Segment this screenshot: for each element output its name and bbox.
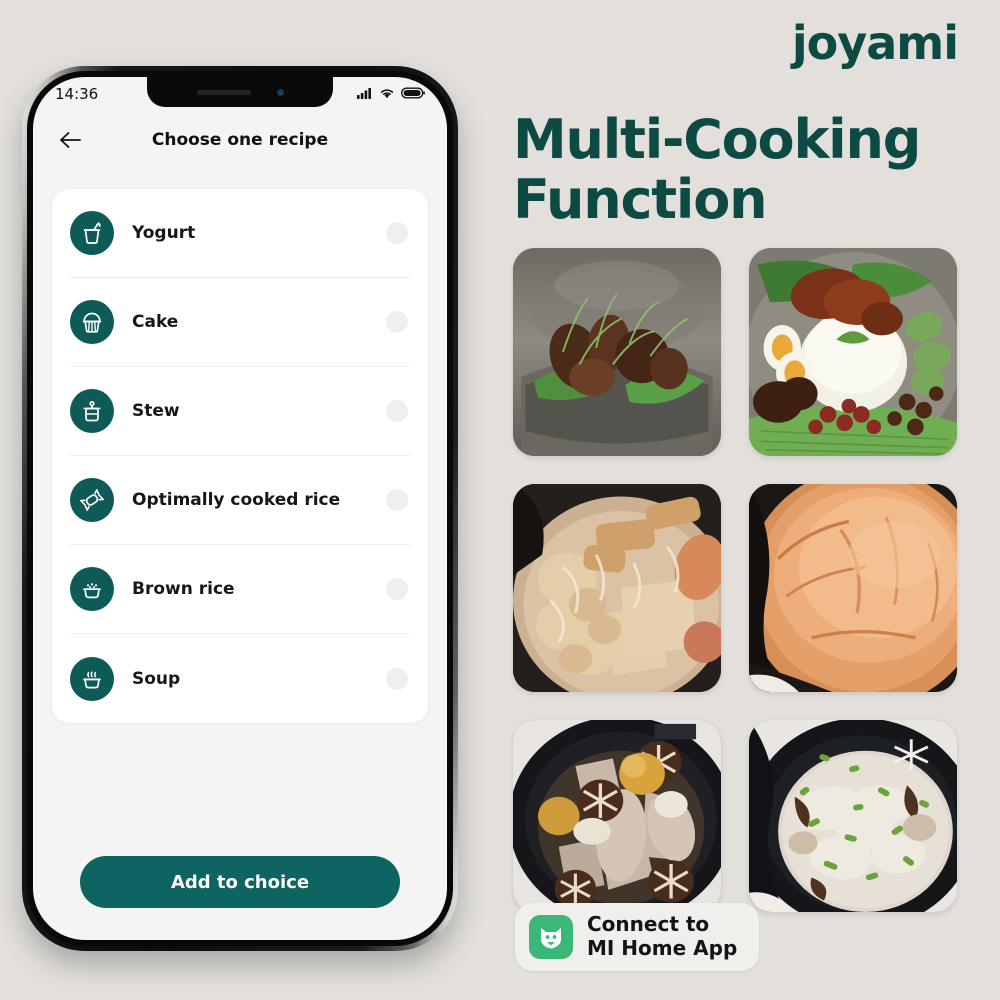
headline-title: Multi-Cooking Function	[513, 108, 921, 232]
recipe-radio[interactable]	[386, 578, 408, 600]
recipe-radio[interactable]	[386, 311, 408, 333]
mi-home-cat-icon	[529, 915, 573, 959]
marketing-poster: joyami Multi-Cooking Function Connect to…	[0, 0, 1000, 1000]
status-bar-icons	[357, 86, 425, 102]
soup-bowl-icon	[70, 656, 114, 701]
cupcake-icon	[70, 300, 114, 344]
food-photo-oden-hotpot	[513, 484, 721, 692]
arrow-left-icon[interactable]	[53, 123, 87, 157]
brand-logo: joyami	[791, 16, 959, 70]
signal-icon	[357, 86, 373, 102]
food-photo-baked-sponge-cake	[749, 484, 957, 692]
rice-bowl-icon	[70, 567, 114, 611]
stew-pot-icon	[70, 389, 114, 433]
front-camera-icon	[276, 88, 284, 96]
recipe-label: Brown rice	[132, 579, 235, 599]
connect-mi-home-badge[interactable]: Connect to MI Home App	[515, 903, 760, 971]
recipe-label: Yogurt	[132, 223, 196, 243]
rice-grain-icon	[70, 478, 114, 522]
recipe-row-stew[interactable]: Stew	[70, 367, 410, 456]
recipe-radio[interactable]	[386, 400, 408, 422]
recipe-row-optimally-cooked-rice[interactable]: Optimally cooked rice	[70, 456, 410, 545]
app-bar: Choose one recipe	[33, 111, 447, 169]
recipe-row-brown-rice[interactable]: Brown rice	[70, 545, 410, 634]
yogurt-cup-icon	[70, 211, 114, 255]
food-photo-fried-chicken-on-banana-leaf	[513, 248, 721, 456]
phone-screen: 14:36 Choose one recipe Yogurt Cake Stew…	[33, 77, 447, 940]
phone-mockup: 14:36 Choose one recipe Yogurt Cake Stew…	[22, 66, 458, 951]
recipe-list: Yogurt Cake Stew Optimally cooked rice B…	[52, 189, 428, 723]
food-photo-nasi-lemak-plate	[749, 248, 957, 456]
recipe-label: Optimally cooked rice	[132, 490, 341, 510]
recipe-row-yogurt[interactable]: Yogurt	[70, 189, 410, 278]
phone-bezel: 14:36 Choose one recipe Yogurt Cake Stew…	[27, 71, 453, 946]
recipe-radio[interactable]	[386, 667, 408, 690]
connect-mi-home-label: Connect to MI Home App	[587, 912, 738, 960]
add-to-choice-button[interactable]: Add to choice	[80, 856, 400, 908]
recipe-label: Soup	[132, 668, 181, 689]
page-title: Choose one recipe	[151, 130, 329, 150]
food-photo-pork-rib-mushroom-stew	[513, 720, 721, 912]
phone-notch	[147, 77, 333, 107]
recipe-radio[interactable]	[386, 222, 408, 244]
recipe-row-soup[interactable]: Soup	[70, 634, 410, 723]
recipe-radio[interactable]	[386, 489, 408, 511]
wifi-icon	[379, 86, 395, 102]
food-photo-grid	[513, 248, 957, 912]
recipe-label: Stew	[132, 401, 180, 421]
recipe-label: Cake	[132, 312, 179, 332]
recipe-row-cake[interactable]: Cake	[70, 278, 410, 367]
status-bar-clock: 14:36	[55, 85, 99, 103]
earpiece-speaker-icon	[196, 89, 251, 95]
food-photo-congee-porridge	[749, 720, 957, 912]
battery-icon	[401, 86, 425, 102]
